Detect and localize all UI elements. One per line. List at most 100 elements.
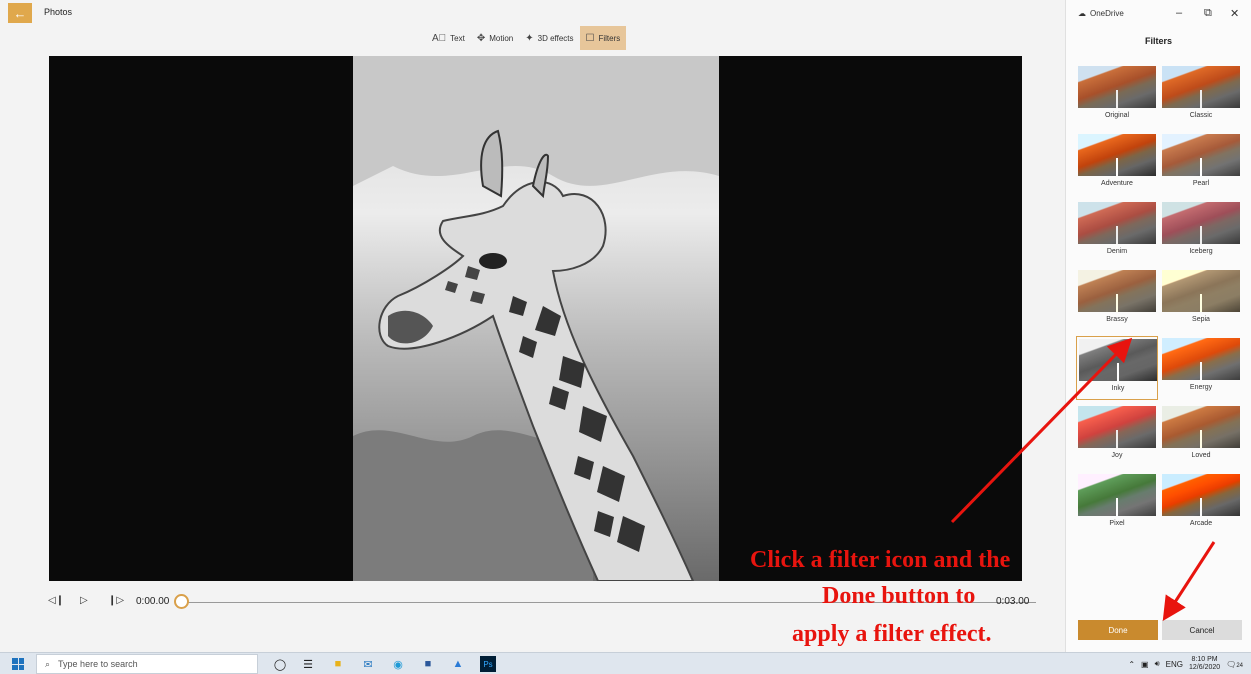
windows-start-icon[interactable] — [12, 658, 24, 670]
mail-icon[interactable]: ✉ — [360, 656, 376, 672]
volume-icon[interactable]: 🔊︎ — [1155, 659, 1160, 669]
filter-original[interactable]: Original — [1076, 64, 1158, 128]
filter-brassy[interactable]: Brassy — [1076, 268, 1158, 332]
previous-frame-icon[interactable]: ◁❙ — [48, 595, 64, 606]
minimize-icon[interactable]: – — [1176, 7, 1182, 19]
filter-thumbnail — [1162, 270, 1240, 312]
search-placeholder: Type here to search — [58, 659, 138, 669]
done-button[interactable]: Done — [1078, 620, 1158, 640]
filter-label: Pearl — [1192, 180, 1210, 187]
filter-label: Classic — [1189, 112, 1213, 119]
filter-inky[interactable]: Inky — [1076, 336, 1158, 400]
restore-icon[interactable]: ⧉ — [1204, 7, 1212, 20]
filter-thumbnail — [1078, 202, 1156, 244]
filter-label: Energy — [1189, 384, 1213, 391]
filter-thumbnail — [1162, 66, 1240, 108]
app-title: Photos — [44, 7, 73, 17]
filter-label: Original — [1104, 112, 1130, 119]
onedrive-label: OneDrive — [1090, 9, 1124, 18]
video-preview — [49, 56, 1022, 581]
search-icon: ⌕ — [45, 658, 51, 669]
filter-label: Pixel — [1109, 520, 1125, 527]
filter-label: Loved — [1191, 452, 1211, 459]
text-tool-label: Text — [450, 33, 465, 43]
filters-icon: ☐ — [585, 32, 595, 44]
file-explorer-icon[interactable]: ■ — [330, 656, 346, 672]
system-tray: ⌃ ▣ 🔊︎ ENG 8:10 PM 12/6/2020 🗨︎24 — [1128, 655, 1243, 673]
clock-time: 8:10 PM — [1191, 656, 1218, 664]
filter-label: Denim — [1106, 248, 1128, 255]
text-tool-button[interactable]: A⃞ Text — [426, 26, 471, 50]
filters-tool-button[interactable]: ☐ Filters — [579, 26, 627, 50]
giraffe-photo — [353, 56, 719, 581]
photos-icon[interactable]: ▲ — [450, 656, 466, 672]
filter-denim[interactable]: Denim — [1076, 200, 1158, 264]
photoshop-icon[interactable]: Ps — [480, 656, 496, 672]
cloud-icon: ☁ — [1078, 9, 1086, 18]
filter-thumbnail — [1079, 339, 1157, 381]
annotation-line-2: Done button to — [822, 583, 976, 609]
filter-label: Brassy — [1106, 316, 1128, 323]
word-icon[interactable]: ■ — [420, 656, 436, 672]
cortana-icon[interactable]: ◯ — [272, 656, 288, 672]
chevron-up-icon[interactable]: ⌃ — [1128, 660, 1135, 669]
onedrive-indicator[interactable]: ☁ OneDrive — [1078, 9, 1124, 18]
edge-icon[interactable]: ◉ — [390, 656, 406, 672]
filter-thumbnail — [1078, 270, 1156, 312]
filter-thumbnail — [1078, 134, 1156, 176]
motion-tool-button[interactable]: ✥ Motion — [471, 26, 519, 50]
filter-iceberg[interactable]: Iceberg — [1160, 200, 1242, 264]
3d-effects-icon: ✦ — [525, 32, 534, 44]
cancel-button[interactable]: Cancel — [1162, 620, 1242, 640]
current-time: 0:00.00 — [136, 596, 170, 607]
filter-classic[interactable]: Classic — [1160, 64, 1242, 128]
filter-energy[interactable]: Energy — [1160, 336, 1242, 400]
taskbar-search-box[interactable]: ⌕ Type here to search — [36, 654, 258, 674]
filter-pixel[interactable]: Pixel — [1076, 472, 1158, 536]
title-bar: ← Photos A⃞ Text ✥ Motion ✦ 3D effects ☐… — [0, 0, 1065, 52]
panel-title: Filters — [1144, 36, 1172, 46]
filter-label: Arcade — [1189, 520, 1213, 527]
filter-thumbnail — [1078, 474, 1156, 516]
edit-toolbar: A⃞ Text ✥ Motion ✦ 3D effects ☐ Filters — [426, 26, 627, 50]
annotation-line-3: apply a filter effect. — [792, 621, 992, 647]
filter-label: Sepia — [1192, 316, 1210, 323]
filter-thumbnail — [1162, 474, 1240, 516]
filter-thumbnail — [1162, 134, 1240, 176]
filter-loved[interactable]: Loved — [1160, 404, 1242, 468]
filter-thumbnail — [1162, 406, 1240, 448]
filter-adventure[interactable]: Adventure — [1076, 132, 1158, 196]
3d-effects-tool-label: 3D effects — [537, 33, 574, 43]
end-time: 0:03.00 — [996, 596, 1030, 607]
filter-thumbnail — [1162, 338, 1240, 380]
clock-date: 12/6/2020 — [1189, 664, 1221, 671]
notification-count: 24 — [1236, 662, 1243, 669]
text-icon: A⃞ — [432, 32, 447, 44]
task-view-icon[interactable]: ☰ — [300, 656, 316, 672]
clock[interactable]: 8:10 PM 12/6/2020 — [1189, 656, 1220, 671]
annotation-line-1: Click a filter icon and the — [750, 547, 1011, 573]
motion-tool-label: Motion — [489, 33, 514, 43]
3d-effects-tool-button[interactable]: ✦ 3D effects — [519, 26, 579, 50]
filter-thumbnail — [1078, 66, 1156, 108]
filter-sepia[interactable]: Sepia — [1160, 268, 1242, 332]
filters-panel: ☁ OneDrive – ⧉ ✕ Filters Original Classi… — [1065, 0, 1251, 652]
network-icon[interactable]: ▣ — [1141, 660, 1149, 669]
filter-thumbnail — [1162, 202, 1240, 244]
filters-tool-label: Filters — [598, 33, 621, 43]
filter-thumbnail — [1078, 406, 1156, 448]
next-frame-icon[interactable]: ❙▷ — [108, 595, 124, 606]
language-indicator[interactable]: ENG — [1166, 660, 1183, 669]
filter-label: Inky — [1111, 385, 1125, 392]
filter-label: Adventure — [1101, 180, 1133, 187]
motion-icon: ✥ — [476, 32, 486, 44]
filter-label: Iceberg — [1189, 248, 1213, 255]
timeline-scrubber[interactable] — [174, 594, 189, 609]
filter-arcade[interactable]: Arcade — [1160, 472, 1242, 536]
close-icon[interactable]: ✕ — [1230, 7, 1239, 20]
notification-icon[interactable]: 🗨︎24 — [1226, 660, 1243, 669]
filter-pearl[interactable]: Pearl — [1160, 132, 1242, 196]
back-button[interactable]: ← — [8, 3, 32, 23]
filter-joy[interactable]: Joy — [1076, 404, 1158, 468]
play-icon[interactable]: ▷ — [80, 595, 88, 606]
